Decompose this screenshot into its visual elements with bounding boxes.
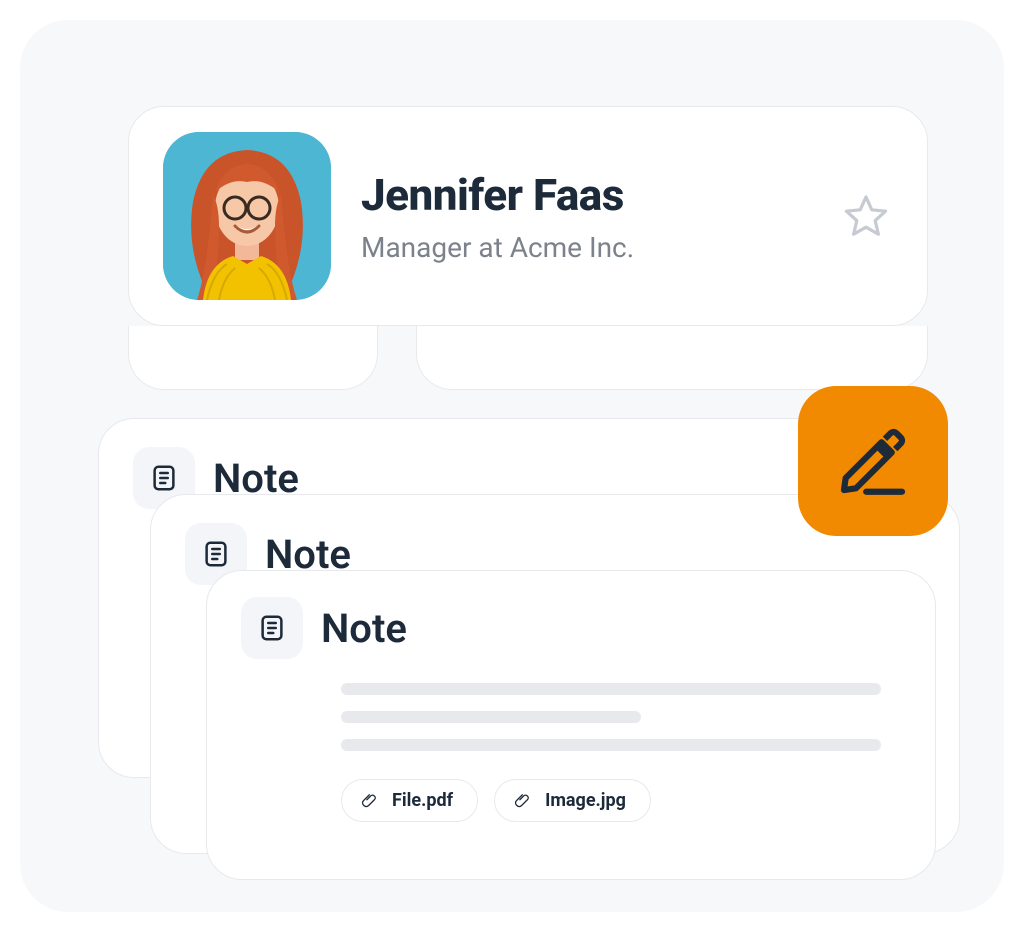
contact-card: Jennifer Faas Manager at Acme Inc. [128,106,928,326]
attachment-chip[interactable]: File.pdf [341,779,478,822]
note-icon [257,613,287,643]
avatar[interactable] [163,132,331,300]
skeleton-line [341,739,881,751]
attachment-label: File.pdf [392,790,453,811]
paperclip-icon [360,791,380,811]
note-icon [201,539,231,569]
background-panel: Jennifer Faas Manager at Acme Inc. Note [20,20,1004,912]
favorite-button[interactable] [839,189,893,243]
attachment-row: File.pdf Image.jpg [341,779,901,822]
note-icon-box [241,597,303,659]
contact-name: Jennifer Faas [361,169,839,221]
edit-pencil-icon [832,420,914,502]
contact-subtitle: Manager at Acme Inc. [361,231,839,264]
star-icon [842,192,890,240]
note-card-front[interactable]: Note File.pdf Image.jpg [206,570,936,880]
note-title: Note [321,605,407,652]
attachment-label: Image.jpg [545,790,626,811]
paperclip-icon [513,791,533,811]
contact-text-block: Jennifer Faas Manager at Acme Inc. [361,169,839,264]
card-peek-left [128,326,378,390]
note-header: Note [241,597,901,659]
note-icon [149,463,179,493]
note-body-placeholder [341,683,901,751]
skeleton-line [341,711,641,723]
card-peek-right [416,326,928,390]
avatar-illustration [163,132,331,300]
skeleton-line [341,683,881,695]
edit-note-button[interactable] [798,386,948,536]
attachment-chip[interactable]: Image.jpg [494,779,651,822]
